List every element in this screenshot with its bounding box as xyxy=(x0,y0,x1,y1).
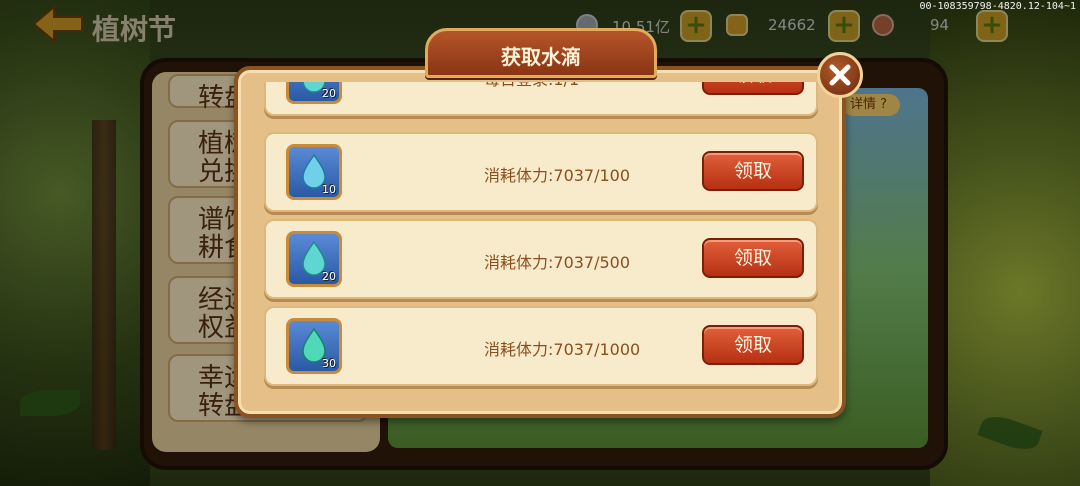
reward-list[interactable]: 20 每日登录:1/1 领取 10 消耗体力:7037/100 领取 20 消 xyxy=(254,82,826,400)
build-id: 00-108359798-4820.12-104~1 xyxy=(919,1,1076,12)
claim-button[interactable]: 领取 xyxy=(702,151,804,191)
task-progress: 消耗体力:7037/500 xyxy=(484,253,631,272)
add-gold-button[interactable]: + xyxy=(828,10,860,42)
gold-ingot-value: 24662 xyxy=(768,16,816,34)
item-count: 10 xyxy=(322,183,336,196)
add-stamina-button[interactable]: + xyxy=(976,10,1008,42)
page-title: 植树节 xyxy=(92,13,177,46)
reward-row: 30 消耗体力:7037/1000 领取 xyxy=(264,306,818,386)
water-drop-item: 20 xyxy=(286,231,342,287)
reward-row: 20 消耗体力:7037/500 领取 xyxy=(264,219,818,299)
reward-row: 10 消耗体力:7037/100 领取 xyxy=(264,132,818,212)
item-count: 20 xyxy=(322,270,336,283)
reward-row: 20 每日登录:1/1 领取 xyxy=(264,82,818,116)
close-icon xyxy=(829,64,851,86)
claim-button[interactable]: 领取 xyxy=(702,82,804,95)
meat-stamina-icon xyxy=(872,14,894,36)
task-progress: 每日登录:1/1 xyxy=(484,82,579,90)
get-water-modal: 20 每日登录:1/1 领取 10 消耗体力:7037/100 领取 20 消 xyxy=(234,66,846,418)
back-arrow-icon[interactable] xyxy=(30,4,86,44)
gold-ingot-icon xyxy=(726,14,748,36)
add-silver-button[interactable]: + xyxy=(680,10,712,42)
item-count: 20 xyxy=(322,87,336,100)
modal-title-plate: 获取水滴 xyxy=(425,28,657,78)
close-button[interactable] xyxy=(817,52,863,98)
water-drop-item: 20 xyxy=(286,82,342,104)
task-progress: 消耗体力:7037/100 xyxy=(484,166,631,185)
claim-button[interactable]: 领取 xyxy=(702,325,804,365)
water-drop-item: 10 xyxy=(286,144,342,200)
modal-title: 获取水滴 xyxy=(501,45,581,69)
claim-button[interactable]: 领取 xyxy=(702,238,804,278)
stamina-value: 94 xyxy=(930,16,950,34)
water-drop-item: 30 xyxy=(286,318,342,374)
item-count: 30 xyxy=(322,357,336,370)
task-progress: 消耗体力:7037/1000 xyxy=(484,340,641,359)
